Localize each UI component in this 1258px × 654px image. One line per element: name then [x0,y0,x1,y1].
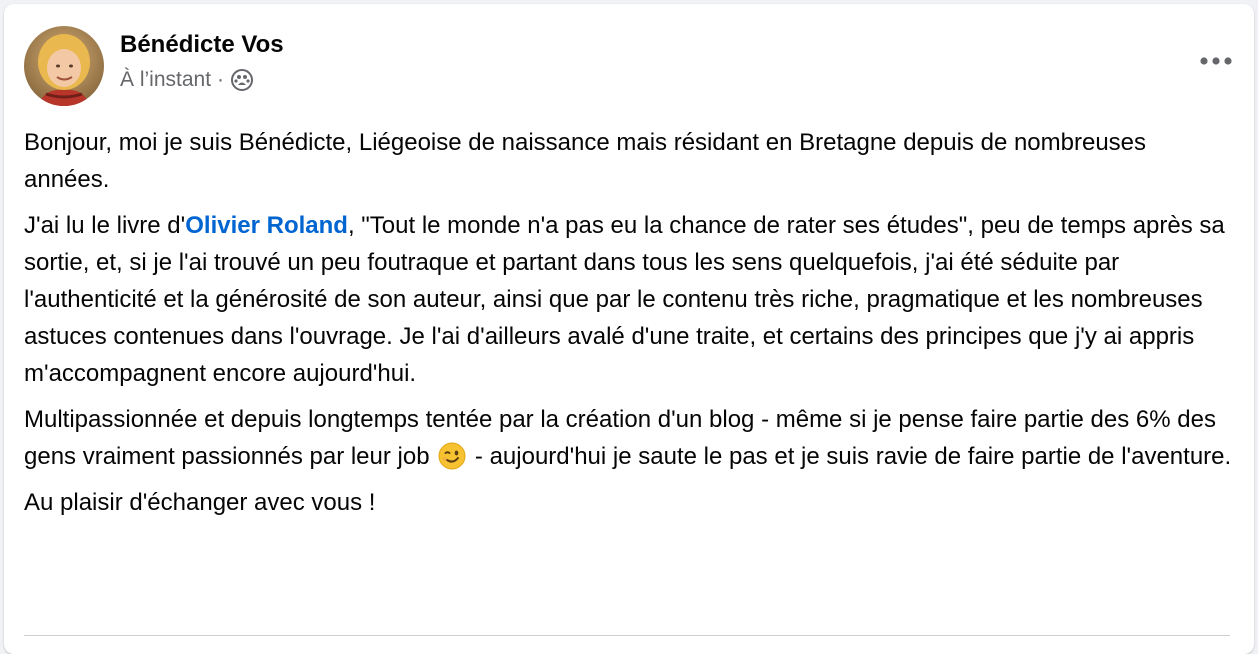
author-avatar[interactable] [24,26,104,106]
post-paragraph: J'ai lu le livre d'Olivier Roland, "Tout… [24,207,1234,392]
post-meta: À l’instant · [120,68,254,92]
friends-icon[interactable] [230,68,254,92]
mention-link[interactable]: Olivier Roland [185,212,348,239]
paragraph-text: Au plaisir d'échanger avec vous ! [24,489,376,516]
paragraph-text: Bonjour, moi je suis Bénédicte, Liégeois… [24,129,1147,193]
post-divider [24,635,1230,636]
meta-separator: · [217,68,225,91]
post-paragraph: Multipassionnée et depuis longtemps tent… [24,401,1234,475]
post-body: Bonjour, moi je suis Bénédicte, Liégeois… [24,124,1234,530]
paragraph-text: J'ai lu le livre d' [24,212,186,239]
more-horizontal-icon [1199,53,1233,71]
more-options-button[interactable] [1196,44,1236,80]
post-paragraph: Bonjour, moi je suis Bénédicte, Liégeois… [24,124,1234,198]
winking-face-emoji-icon [438,442,466,470]
post-timestamp[interactable]: À l’instant [120,68,211,92]
post-paragraph: Au plaisir d'échanger avec vous ! [24,484,1234,521]
paragraph-text: - aujourd'hui je saute le pas et je suis… [468,443,1232,470]
avatar-image [24,26,104,106]
post-card: Bénédicte Vos À l’instant · Bonjour, moi… [4,4,1254,654]
author-name[interactable]: Bénédicte Vos [120,31,284,59]
